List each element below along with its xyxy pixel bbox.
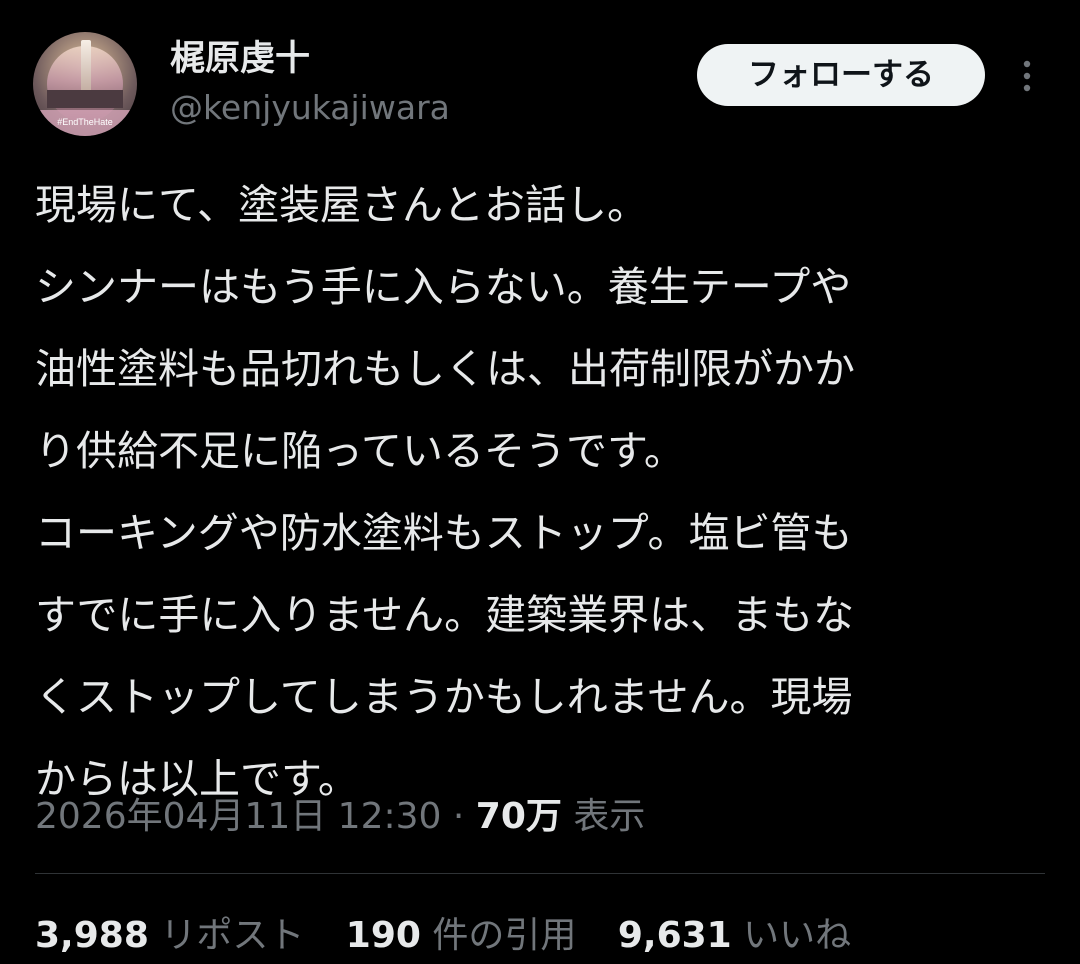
avatar[interactable]: #EndTheHate (33, 32, 137, 136)
views-label: 表示 (561, 796, 646, 837)
author-display-name[interactable]: 梶原虔十 (170, 36, 310, 82)
divider (35, 873, 1045, 874)
tweet-text-line: 油性塗料も品切れもしくは、出荷制限がかか (35, 345, 855, 393)
engagement-stats: 3,988 リポスト 190 件の引用 9,631 いいね (35, 910, 881, 962)
tweet-meta: 2026年04月11日 12:30 · 70万 表示 (35, 792, 645, 842)
likes-label: いいね (731, 915, 852, 956)
tweet: #EndTheHate 梶原虔十 @kenjyukajiwara フォローする … (0, 0, 1080, 964)
likes-stat[interactable]: 9,631 いいね (618, 910, 851, 962)
tweet-text-line: すでに手に入りません。建築業界は、まもな (35, 591, 855, 639)
tweet-text-line: シンナーはもう手に入らない。養生テープや (35, 263, 852, 311)
quotes-count: 190 (345, 915, 421, 956)
reposts-label: リポスト (148, 915, 305, 956)
reposts-count: 3,988 (35, 915, 149, 956)
avatar-banner: #EndTheHate (33, 110, 137, 136)
quotes-stat[interactable]: 190 件の引用 (346, 910, 577, 962)
views-count: 70万 (475, 796, 562, 837)
tweet-text-line: くストップしてしまうかもしれません。現場 (35, 673, 853, 721)
tweet-text: 現場にて、塗装屋さんとお話し。 シンナーはもう手に入らない。養生テープや 油性塗… (35, 164, 1045, 820)
tweet-text-line: 現場にて、塗装屋さんとお話し。 (35, 181, 648, 229)
quotes-label: 件の引用 (420, 915, 577, 956)
likes-count: 9,631 (617, 915, 732, 956)
more-button[interactable] (1010, 56, 1044, 96)
tweet-text-line: コーキングや防水塗料もストップ。塩ビ管も (35, 509, 853, 557)
reposts-stat[interactable]: 3,988 リポスト (35, 910, 304, 962)
follow-button[interactable]: フォローする (697, 44, 985, 106)
more-vertical-icon (1023, 60, 1031, 92)
avatar-photo-table (47, 90, 123, 108)
meta-separator: · (441, 796, 476, 837)
tweet-text-line: り供給不足に陥っているそうです。 (35, 427, 685, 475)
timestamp-link[interactable]: 2026年04月11日 12:30 (35, 796, 441, 837)
author-handle[interactable]: @kenjyukajiwara (170, 86, 450, 130)
